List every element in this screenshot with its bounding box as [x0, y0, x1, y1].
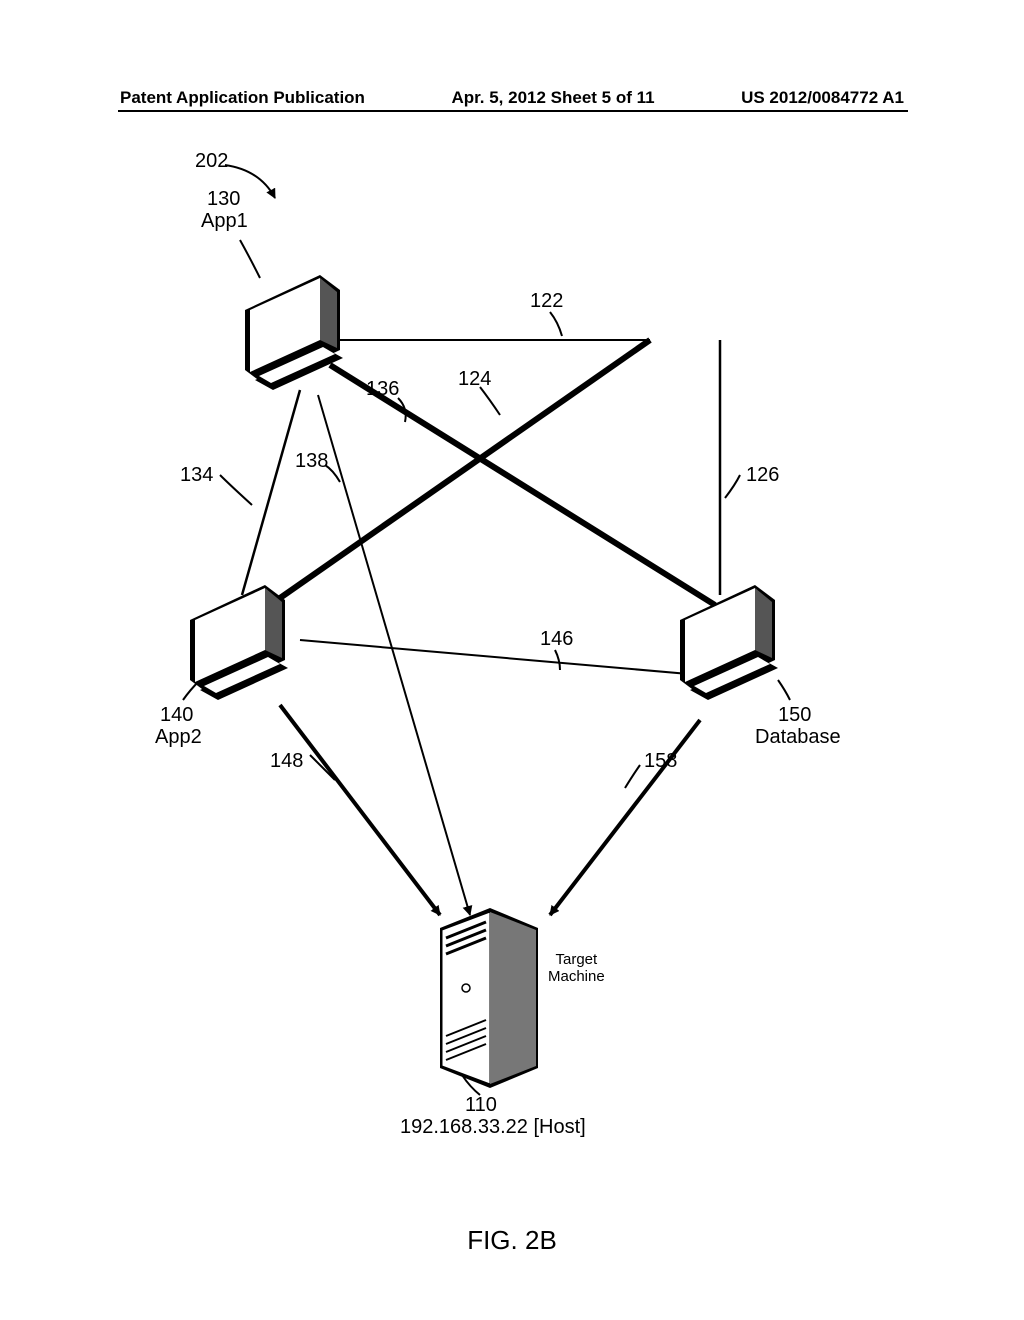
- node-110-num: 110: [465, 1094, 497, 1117]
- target-machine-label: Target Machine: [548, 952, 605, 985]
- node-140-name: App2: [155, 726, 202, 749]
- page-header: Patent Application Publication Apr. 5, 2…: [0, 88, 1024, 108]
- server-tower-icon: [430, 898, 550, 1088]
- figure-label: FIG. 2B: [0, 1225, 1024, 1256]
- header-right: US 2012/0084772 A1: [741, 88, 904, 108]
- node-130-name: App1: [201, 210, 248, 233]
- ref-124: 124: [458, 368, 491, 391]
- ref-126: 126: [746, 464, 779, 487]
- node-150-name: Database: [755, 726, 841, 749]
- monitor-icon: [660, 560, 810, 710]
- ref-202: 202: [195, 150, 228, 173]
- ref-146: 146: [540, 628, 573, 651]
- ref-138: 138: [295, 450, 328, 473]
- monitor-icon: [225, 250, 375, 400]
- node-130-num: 130: [207, 188, 240, 211]
- ref-122: 122: [530, 290, 563, 313]
- ref-134: 134: [180, 464, 213, 487]
- node-110-ip: 192.168.33.22 [Host]: [400, 1116, 586, 1139]
- header-rule: [118, 110, 908, 112]
- header-center: Apr. 5, 2012 Sheet 5 of 11: [451, 88, 654, 108]
- header-left: Patent Application Publication: [120, 88, 365, 108]
- ref-148: 148: [270, 750, 303, 773]
- network-diagram: 202 130 App1 122 124 136 134 138 126 140…: [0, 140, 1024, 1190]
- ref-158: 158: [644, 750, 677, 773]
- monitor-icon: [170, 560, 320, 710]
